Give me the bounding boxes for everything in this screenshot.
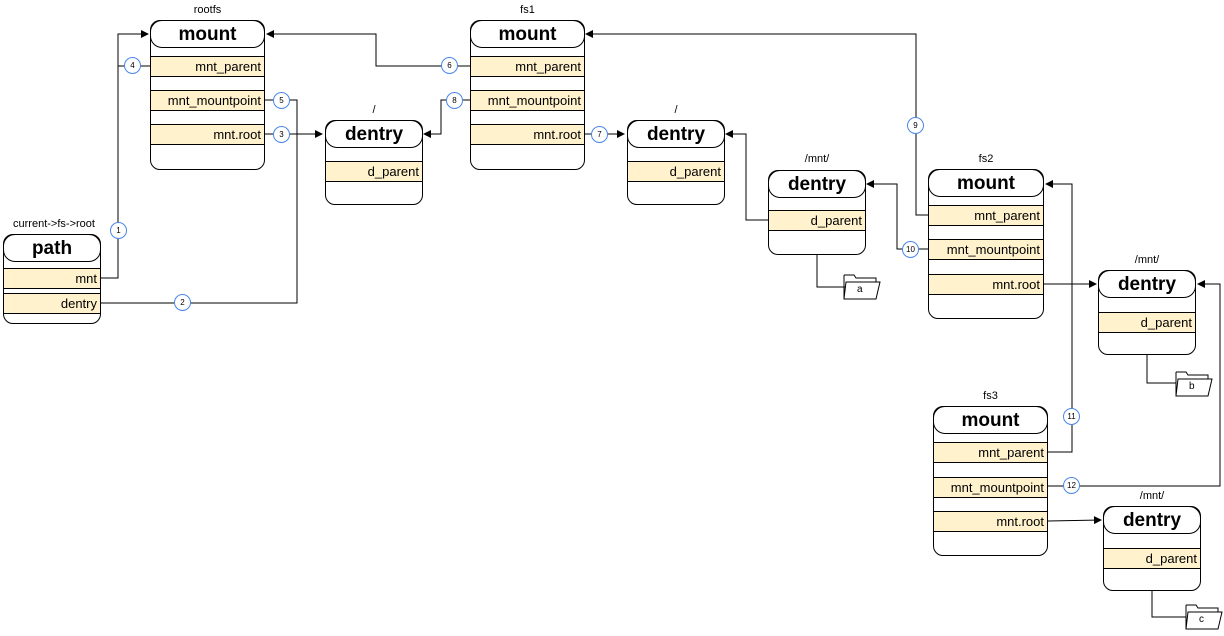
dentry-caption-rootfs-root: / [372, 104, 376, 116]
field-mnt-mountpoint: mnt_mountpoint [934, 477, 1047, 498]
folder-icon [1185, 604, 1223, 630]
dentry-caption-fs1-mnt: /mnt/ [804, 153, 830, 165]
step-badge-12: 12 [1063, 477, 1080, 494]
step-badge-3: 3 [273, 126, 290, 143]
field-d-parent: d_parent [769, 210, 865, 231]
field-mnt-root: mnt.root [151, 124, 264, 145]
folder-label: b [1189, 381, 1195, 392]
folder-b[interactable]: b [1175, 370, 1213, 397]
field-dentry: dentry [4, 293, 100, 314]
mount-caption-fs2: fs2 [978, 153, 994, 165]
dentry-caption-fs1-root: / [674, 104, 678, 116]
field-mnt-parent: mnt_parent [929, 205, 1043, 226]
struct-title: path [3, 234, 101, 262]
dentry-caption-fs3-root: /mnt/ [1139, 490, 1165, 502]
struct-title: dentry [1098, 270, 1196, 298]
dentry-struct-fs1-root[interactable]: dentry d_parent [627, 120, 725, 205]
edge-child-a [816, 254, 845, 288]
dentry-struct-fs1-mnt[interactable]: dentry d_parent [768, 170, 866, 255]
struct-title: mount [933, 406, 1048, 434]
field-d-parent: d_parent [628, 161, 724, 182]
step-badge-7: 7 [591, 126, 608, 143]
path-struct[interactable]: path mnt dentry [3, 234, 101, 324]
field-d-parent: d_parent [1104, 548, 1200, 569]
field-mnt-mountpoint: mnt_mountpoint [471, 90, 584, 111]
field-mnt-parent: mnt_parent [471, 56, 584, 77]
edge-child-c [1151, 590, 1186, 618]
field-mnt-root: mnt.root [929, 274, 1043, 295]
field-mnt-root: mnt.root [471, 124, 584, 145]
step-badge-2: 2 [174, 294, 191, 311]
step-badge-4: 4 [124, 57, 141, 74]
mount-caption-fs1: fs1 [520, 4, 535, 16]
mount-struct-fs2[interactable]: mount mnt_parent mnt_mountpoint mnt.root [928, 169, 1044, 319]
field-mnt: mnt [4, 268, 100, 289]
edge-child-b [1146, 354, 1176, 384]
step-badge-9: 9 [907, 117, 924, 134]
mount-caption-fs3: fs3 [983, 390, 998, 402]
dentry-struct-rootfs-root[interactable]: dentry d_parent [325, 120, 423, 205]
struct-title: mount [470, 20, 585, 48]
struct-title: dentry [627, 120, 725, 148]
step-badge-10: 10 [902, 241, 919, 258]
step-badge-5: 5 [273, 92, 290, 109]
dentry-caption-fs2-root: /mnt/ [1134, 254, 1160, 266]
folder-label: a [857, 284, 863, 295]
struct-title: dentry [325, 120, 423, 148]
struct-title: mount [150, 20, 265, 48]
mount-struct-fs1[interactable]: mount mnt_parent mnt_mountpoint mnt.root [470, 20, 585, 170]
folder-label: c [1199, 614, 1204, 625]
field-d-parent: d_parent [326, 161, 422, 182]
field-mnt-root: mnt.root [934, 511, 1047, 532]
edge-fs2-mountpoint [866, 180, 928, 250]
step-badge-8: 8 [446, 92, 463, 109]
edge-fs1-parent [266, 30, 470, 67]
field-d-parent: d_parent [1099, 312, 1195, 333]
struct-title: dentry [768, 170, 866, 198]
path-caption: current->fs->root [13, 218, 95, 230]
dentry-struct-fs3-root[interactable]: dentry d_parent [1103, 506, 1201, 591]
edge-fs3-root [1047, 516, 1102, 525]
mount-struct-fs3[interactable]: mount mnt_parent mnt_mountpoint mnt.root [933, 406, 1048, 556]
mount-caption-rootfs: rootfs [193, 4, 222, 16]
edge-path-mnt-to-rootfs [101, 30, 149, 279]
field-mnt-mountpoint: mnt_mountpoint [151, 90, 264, 111]
folder-c[interactable]: c [1185, 603, 1223, 630]
mount-struct-rootfs[interactable]: mount mnt_parent mnt_mountpoint mnt.root [150, 20, 265, 170]
field-mnt-mountpoint: mnt_mountpoint [929, 239, 1043, 260]
struct-title: mount [928, 169, 1044, 197]
folder-a[interactable]: a [843, 273, 881, 300]
step-badge-6: 6 [441, 57, 458, 74]
field-mnt-parent: mnt_parent [151, 56, 264, 77]
field-mnt-parent: mnt_parent [934, 442, 1047, 463]
edge-mnt-dparent [725, 130, 768, 221]
step-badge-11: 11 [1063, 408, 1080, 425]
dentry-struct-fs2-root[interactable]: dentry d_parent [1098, 270, 1196, 355]
step-badge-1: 1 [110, 222, 127, 239]
struct-title: dentry [1103, 506, 1201, 534]
